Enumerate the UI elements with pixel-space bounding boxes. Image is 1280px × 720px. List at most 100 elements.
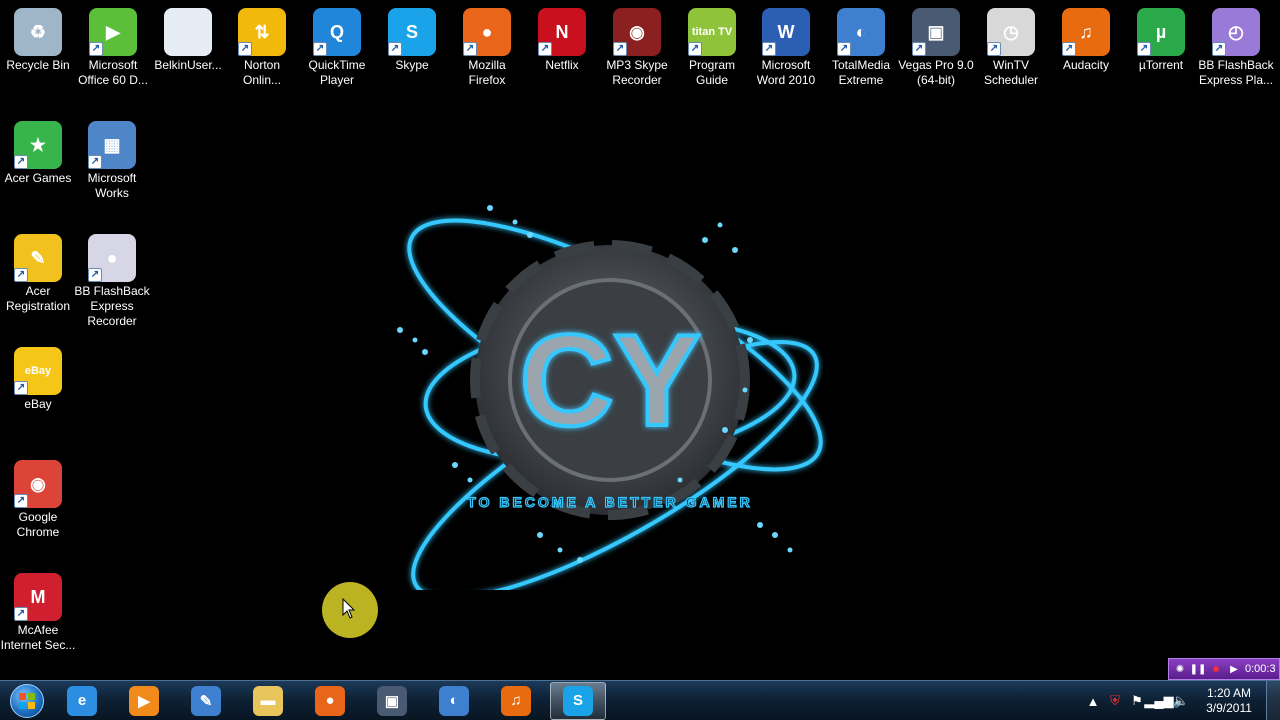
desktop-icon[interactable]: ◴ ↗ BB FlashBack Express Pla... [1198, 0, 1274, 88]
desktop-icon-label: MP3 Skype Recorder [606, 58, 668, 87]
desktop-icon[interactable]: ▶ ↗ Microsoft Office 60 D... [75, 0, 151, 88]
desktop-icon-label: TotalMedia Extreme [831, 58, 891, 87]
shortcut-arrow-icon: ↗ [762, 42, 776, 56]
taskbar-button-windows-explorer[interactable]: ▬ [240, 682, 296, 720]
chrome-icon: ◉ ↗ [14, 460, 62, 508]
totalmedia-icon: ◐ [439, 685, 469, 716]
volume-icon[interactable]: 🔈 [1170, 690, 1192, 712]
desktop-icon-label: Netflix [545, 58, 579, 72]
desktop-icon[interactable]: W ↗ Microsoft Word 2010 [748, 0, 824, 88]
acer-registration-icon: ✎ ↗ [14, 234, 62, 282]
desktop-icon[interactable]: µ ↗ µTorrent [1123, 0, 1199, 73]
desktop-icon[interactable]: S ↗ Skype [374, 0, 450, 73]
taskbar-button-vegas-pro[interactable]: ▣ [364, 682, 420, 720]
mp3-skype-recorder-icon: ◉ ↗ [613, 8, 661, 56]
recorder-logo-icon: ✺ [1175, 663, 1185, 675]
shortcut-arrow-icon: ↗ [88, 155, 102, 169]
desktop-icon-label: Microsoft Word 2010 [756, 58, 816, 87]
taskbar-button-totalmedia[interactable]: ◐ [426, 682, 482, 720]
firefox-icon: ● ↗ [463, 8, 511, 56]
desktop-icon[interactable]: ⇅ ↗ Norton Onlin... [224, 0, 300, 88]
taskbar-button-media-player[interactable]: ▶ [116, 682, 172, 720]
desktop-icon[interactable]: ♫ ↗ Audacity [1048, 0, 1124, 73]
recycle-bin-icon: ♻ [14, 8, 62, 56]
wallpaper-tagline: TO BECOME A BETTER GAMER [467, 494, 752, 510]
desktop-icon[interactable]: N ↗ Netflix [524, 0, 600, 73]
vegas-pro-icon: ▣ [377, 685, 407, 716]
desktop-icon-label: QuickTime Player [308, 58, 366, 87]
desktop-icon[interactable]: ✎ ↗ Acer Registration [0, 226, 76, 314]
desktop-icon[interactable]: ▣ ↗ Vegas Pro 9.0 (64-bit) [898, 0, 974, 88]
desktop-icon-label: Recycle Bin [6, 58, 70, 72]
mcafee-tray-icon[interactable]: ⛨ [1104, 690, 1126, 712]
start-button[interactable] [0, 681, 54, 720]
play-icon[interactable]: ▶ [1227, 662, 1241, 676]
stop-icon[interactable]: ■ [1209, 662, 1223, 676]
desktop-icon[interactable]: ♻ Recycle Bin [0, 0, 76, 73]
show-hidden-icons-icon[interactable]: ▲ [1082, 690, 1104, 712]
taskbar: e ▶ ✎ ▬ ● ▣ ◐ ♫ S ▲ ⛨ ⚑ ▂▄▆ 🔈 1:20 AM 3/9/2011 [0, 680, 1280, 720]
office-trial-icon: ▶ ↗ [89, 8, 137, 56]
netflix-icon: N ↗ [538, 8, 586, 56]
shortcut-arrow-icon: ↗ [987, 42, 1001, 56]
shortcut-arrow-icon: ↗ [688, 42, 702, 56]
system-tray: ▲ ⛨ ⚑ ▂▄▆ 🔈 1:20 AM 3/9/2011 [1082, 681, 1280, 720]
network-icon[interactable]: ▂▄▆ [1144, 690, 1173, 712]
utorrent-icon: µ ↗ [1137, 8, 1185, 56]
desktop-icon-label: Vegas Pro 9.0 (64-bit) [898, 58, 974, 87]
taskbar-button-acer-utility[interactable]: ✎ [178, 682, 234, 720]
desktop-icon[interactable]: eBay ↗ eBay [0, 339, 76, 412]
recorder-time: 0:00:3 [1245, 663, 1276, 675]
recorder-widget[interactable]: ✺ ❚❚ ■ ▶ 0:00:3 [1168, 658, 1280, 680]
desktop-icon[interactable]: ▦ ↗ Microsoft Works [74, 113, 150, 201]
show-desktop-button[interactable] [1266, 681, 1280, 720]
desktop-icon-label: eBay [24, 397, 52, 411]
desktop-icon[interactable]: titan TV ↗ Program Guide [674, 0, 750, 88]
bb-flashback-recorder-icon: ● ↗ [88, 234, 136, 282]
norton-icon: ⇅ ↗ [238, 8, 286, 56]
taskbar-pinned-apps: e ▶ ✎ ▬ ● ▣ ◐ ♫ S [54, 681, 612, 720]
taskbar-button-audacity[interactable]: ♫ [488, 682, 544, 720]
desktop[interactable]: CY TO BECOME A BETTER GAMER ♻ Recycle Bin… [0, 0, 1280, 720]
desktop-icon-label: µTorrent [1138, 58, 1184, 72]
wallpaper-logo-text: CY [520, 307, 701, 453]
desktop-icon[interactable]: ◉ ↗ MP3 Skype Recorder [599, 0, 675, 88]
folder-icon: ▬ [253, 685, 283, 716]
shortcut-arrow-icon: ↗ [14, 607, 28, 621]
desktop-icon[interactable]: ★ ↗ Acer Games [0, 113, 76, 186]
pause-icon[interactable]: ❚❚ [1190, 662, 1207, 676]
desktop-icon[interactable]: ◐ ↗ TotalMedia Extreme [823, 0, 899, 88]
desktop-icon[interactable]: BelkinUser... [150, 0, 226, 73]
audacity-icon: ♫ [501, 685, 531, 716]
audacity-icon: ♫ ↗ [1062, 8, 1110, 56]
taskbar-button-firefox[interactable]: ● [302, 682, 358, 720]
firefox-icon: ● [315, 685, 345, 716]
desktop-icon[interactable]: ● ↗ Mozilla Firefox [449, 0, 525, 88]
desktop-icon[interactable]: ◷ ↗ WinTV Scheduler [973, 0, 1049, 88]
taskbar-button-skype[interactable]: S [550, 681, 606, 720]
desktop-icon-label: Acer Games [4, 171, 72, 185]
shortcut-arrow-icon: ↗ [613, 42, 627, 56]
microsoft-works-icon: ▦ ↗ [88, 121, 136, 169]
desktop-icon-label: Google Chrome [16, 510, 60, 539]
shortcut-arrow-icon: ↗ [89, 42, 103, 56]
desktop-icon-label: WinTV Scheduler [983, 58, 1039, 87]
desktop-icon[interactable]: Q ↗ QuickTime Player [299, 0, 375, 88]
taskbar-button-internet-explorer[interactable]: e [54, 682, 110, 720]
clock[interactable]: 1:20 AM 3/9/2011 [1192, 686, 1266, 716]
desktop-icon[interactable]: ◉ ↗ Google Chrome [0, 452, 76, 540]
shortcut-arrow-icon: ↗ [1137, 42, 1151, 56]
bb-flashback-player-icon: ◴ ↗ [1212, 8, 1260, 56]
shortcut-arrow-icon: ↗ [14, 381, 28, 395]
desktop-icon[interactable]: ● ↗ BB FlashBack Express Recorder [74, 226, 150, 329]
shortcut-arrow-icon: ↗ [463, 42, 477, 56]
acer-utility-icon: ✎ [191, 685, 221, 716]
desktop-icon-label: Acer Registration [5, 284, 71, 313]
shortcut-arrow-icon: ↗ [837, 42, 851, 56]
skype-icon: S [563, 685, 593, 716]
windows-logo-icon [10, 683, 44, 718]
desktop-icon-label: BB FlashBack Express Recorder [74, 284, 150, 328]
shortcut-arrow-icon: ↗ [14, 494, 28, 508]
desktop-icon[interactable]: M ↗ McAfee Internet Sec... [0, 565, 76, 653]
shortcut-arrow-icon: ↗ [912, 42, 926, 56]
